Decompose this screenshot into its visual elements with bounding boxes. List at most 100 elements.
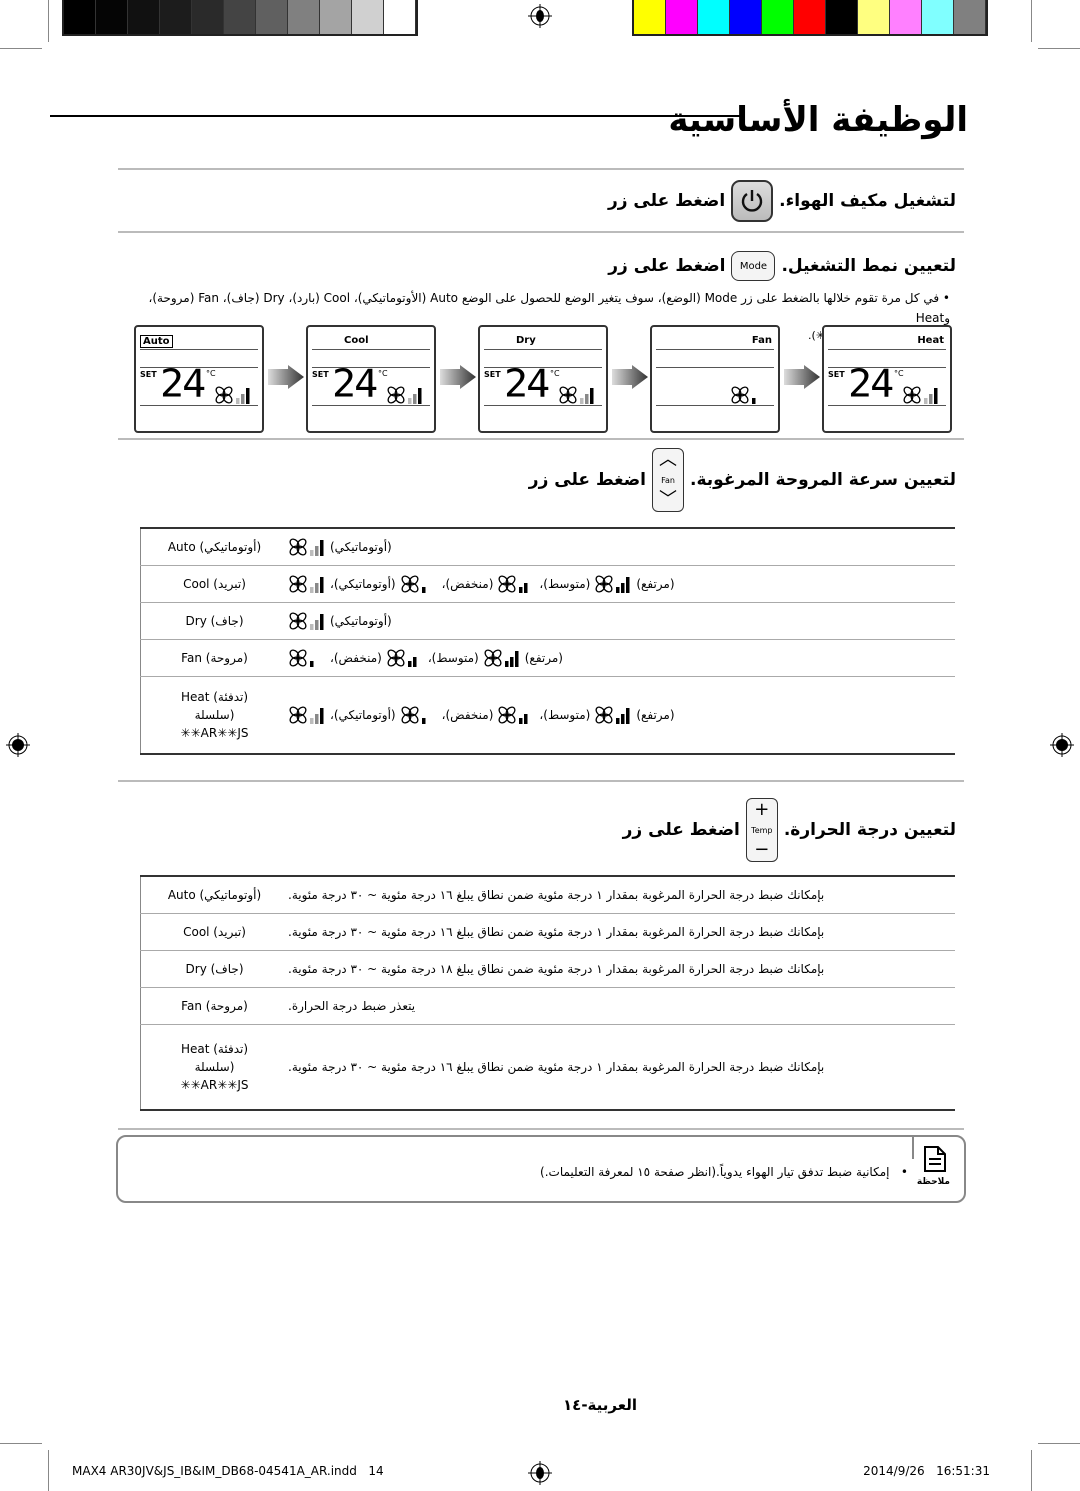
crop-mark [48,1450,49,1491]
mode-description-line: • في كل مرة تقوم خلالها بالضغط على زر Mo… [148,291,950,325]
fan-speed-low-icon [289,649,314,667]
mode-name: Heat (تدفئة) [180,690,249,704]
fan-speed-high-icon [484,649,519,667]
mode-name: Fan (مروحة) [181,999,248,1013]
fan-speed-option: (متوسط)، [497,705,590,725]
fan-speed-option: (مرتفع) [483,648,563,668]
fan-speeds-cell: (أوتوماتيكي)، (منخفض)، (متوسط)، (مرتفع) [288,677,955,753]
minus-icon[interactable]: − [754,841,769,859]
color-swatch [352,0,384,34]
temperature-range-text: يتعذر ضبط درجة الحرارة. [288,999,416,1013]
table-row: Fan (مروحة) يتعذر ضبط درجة الحرارة. [140,988,955,1025]
crop-mark [1031,0,1032,42]
table-row: Fan (مروحة) (منخفض)، (متوسط)، (مرتفع) [140,640,955,677]
lcd-mode-label: Cool [344,335,369,346]
power-button[interactable] [731,180,774,222]
color-swatch [890,0,922,34]
table-row: Cool (تبريد) بإمكانك ضبط درجة الحرارة الم… [140,914,955,951]
note-icon-group: ملاحظة [917,1145,950,1187]
registration-mark-icon [528,1461,552,1485]
fan-speed-auto-icon [289,575,324,593]
mode-button[interactable]: Mode [731,251,776,281]
color-swatch [826,0,858,34]
mode-name: Heat (تدفئة) [180,1042,249,1056]
fan-speed-medium-icon [498,706,528,724]
table-row: Dry (جاف) (أوتوماتيكي) [140,603,955,640]
color-swatch [128,0,160,34]
temp-button[interactable]: + Temp − [745,798,778,862]
lcd-unit: °C [550,369,560,378]
table-row: Dry (جاف) بإمكانك ضبط درجة الحرارة المرغو… [140,951,955,988]
section-divider [118,780,964,782]
fan-speed-option: (أوتوماتيكي)، [288,574,396,594]
crop-mark [1038,48,1080,49]
fan-speed-label: (منخفض)، [441,577,494,591]
fan-button[interactable]: ︿ Fan ﹀ [652,448,685,512]
color-swatch [384,0,416,34]
temperature-table: Auto (أوتوماتيكي) بإمكانك ضبط درجة الحرار… [140,875,955,1111]
table-row: Auto (أوتوماتيكي) (أوتوماتيكي) [140,529,955,566]
fan-speed-high-icon [595,575,630,593]
power-icon [741,190,763,212]
fan-speed-label: (متوسط)، [539,708,591,722]
lcd-divider [656,367,774,368]
color-swatch [666,0,698,34]
mode-cell: Cool (تبريد) [140,914,288,950]
lcd-display-heat: Heat SET 24 °C [822,325,952,433]
color-swatch [96,0,128,34]
plus-icon[interactable]: + [754,801,769,819]
fan-speed-label: (أوتوماتيكي) [330,614,392,628]
chevron-down-icon[interactable]: ﹀ [659,491,677,509]
temperature-range-text: بإمكانك ضبط درجة الحرارة المرغوبة بمقدار… [288,1060,825,1074]
step-prefix: اضغط على زر [622,820,740,840]
mode-cell: Heat (تدفئة) (سلسلة AR✳✳JS✳✳ [140,1025,288,1109]
registration-mark-icon [1050,733,1074,757]
step-prefix: اضغط على زر [528,470,647,490]
mode-name: Cool (تبريد) [183,925,246,939]
mode-cell: Heat (تدفئة) (سلسلة AR✳✳JS✳✳ [140,677,288,753]
color-swatch [634,0,666,34]
lcd-display-fan: Fan [650,325,780,433]
note-box: ملاحظة • إمكانية ضبط تدفق تيار الهواء يد… [116,1135,966,1203]
note-text: إمكانية ضبط تدفق تيار الهواء يدوياً.(انظ… [540,1165,890,1179]
registration-mark-icon [528,4,552,28]
mode-cell: Fan (مروحة) [140,988,288,1024]
crop-mark [1038,1443,1080,1444]
lcd-unit: °C [894,369,904,378]
fan-speed-auto-icon [289,706,324,724]
temperature-range-text: بإمكانك ضبط درجة الحرارة المرغوبة بمقدار… [288,962,825,976]
fan-speed-low-icon [401,575,426,593]
lcd-temperature: 24 [160,362,206,406]
mode-name: Dry (جاف) [185,614,244,628]
lcd-fan-indicator [214,385,254,409]
section-divider [118,438,964,440]
fan-speed-label: (منخفض)، [330,651,382,665]
chevron-up-icon[interactable]: ︿ [659,451,677,469]
mode-note: AR✳✳JS✳✳ [180,726,249,740]
step-prefix: اضغط على زر [608,256,726,276]
fan-speed-high-icon [595,706,630,724]
fan-speed-label: (مرتفع) [636,708,675,722]
lcd-fan-indicator [902,385,942,409]
fan-speed-label: (منخفض)، [441,708,494,722]
fan-speed-auto-icon [903,386,938,404]
step-mode: اضغط على زر Mode لتعيين نمط التشغيل. [608,251,956,281]
lcd-divider [312,349,430,350]
fan-speed-label: (أوتوماتيكي)، [330,708,396,722]
page-title: الوظيفة الأساسية [668,100,968,140]
fan-speed-option: (منخفض)، [400,705,494,725]
color-swatch [160,0,192,34]
crop-mark [0,48,42,49]
mode-name: Cool (تبريد) [183,577,246,591]
fan-speed-option: (منخفض)، [288,648,382,668]
temperature-range-text: بإمكانك ضبط درجة الحرارة المرغوبة بمقدار… [288,925,825,939]
mode-name: Auto (أوتوماتيكي) [167,888,262,902]
lcd-divider [484,349,602,350]
fan-speed-option: (مرتفع) [594,574,675,594]
lcd-unit: °C [206,369,216,378]
step-suffix: لتعيين درجة الحرارة. [783,820,956,840]
arrow-right-icon [612,365,648,389]
arrow-right-icon [440,365,476,389]
temperature-range-cell: بإمكانك ضبط درجة الحرارة المرغوبة بمقدار… [288,1025,955,1109]
table-row: Cool (تبريد) (أوتوماتيكي)، (منخفض)، (متوسط)… [140,566,955,603]
